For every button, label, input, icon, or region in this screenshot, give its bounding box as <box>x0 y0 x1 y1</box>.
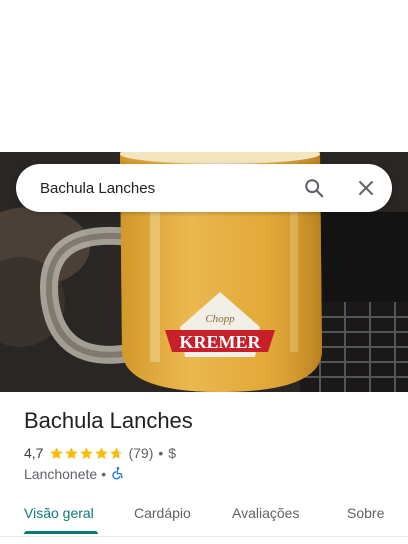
search-icon[interactable] <box>294 168 334 208</box>
logo-top-text: Chopp <box>205 313 235 325</box>
logo-main-text: KREMER <box>180 332 262 352</box>
active-tab-indicator <box>24 531 98 534</box>
price-level: $ <box>168 445 177 461</box>
search-bar[interactable]: Bachula Lanches <box>16 164 392 212</box>
separator: • <box>158 445 164 461</box>
star-rating <box>49 446 124 461</box>
star-icon <box>65 446 79 459</box>
separator: • <box>101 466 107 482</box>
tab-reviews[interactable]: Avaliações <box>232 490 299 536</box>
review-count[interactable]: (79) <box>128 445 153 461</box>
search-input[interactable]: Bachula Lanches <box>40 180 294 197</box>
tab-bar: Visão geral Cardápio Avaliações Sobre <box>0 490 408 537</box>
category-label: Lanchonete <box>24 466 98 482</box>
star-icon <box>50 446 64 459</box>
tab-about[interactable]: Sobre <box>347 490 384 536</box>
star-icon <box>80 446 94 459</box>
close-icon[interactable] <box>346 168 386 208</box>
rating-value: 4,7 <box>24 445 44 461</box>
star-icon <box>95 446 109 459</box>
tab-overview[interactable]: Visão geral <box>24 490 94 536</box>
place-name: Bachula Lanches <box>24 408 193 433</box>
rating-row[interactable]: 4,7 (79) • $ <box>24 444 176 462</box>
category-row: Lanchonete • <box>24 465 125 483</box>
tab-menu[interactable]: Cardápio <box>134 490 191 536</box>
wheelchair-icon <box>111 466 125 483</box>
star-icon <box>110 446 124 459</box>
